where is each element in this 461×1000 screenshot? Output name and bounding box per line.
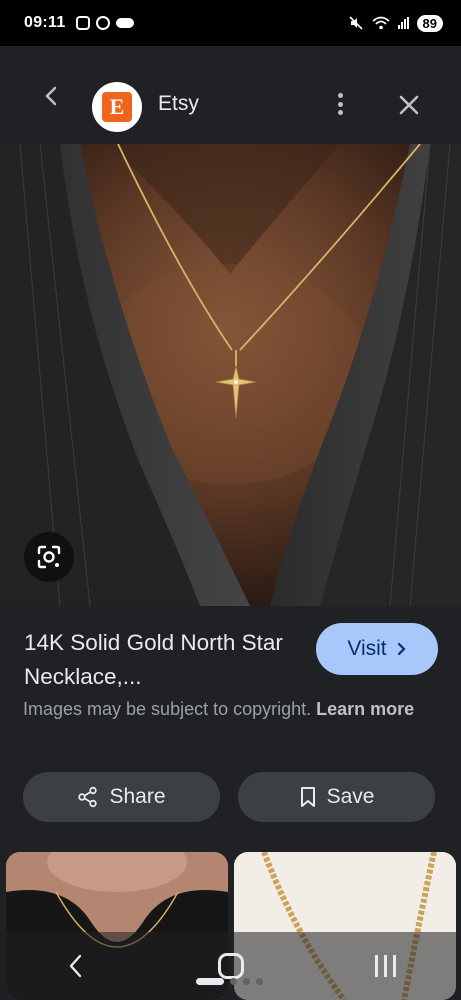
page-indicator <box>196 978 263 985</box>
visit-button[interactable]: Visit <box>316 623 438 675</box>
status-bar: 09:11 89 <box>0 0 461 46</box>
chevron-right-icon <box>397 642 406 656</box>
system-navigation-bar <box>0 932 461 1000</box>
screenshot-icon <box>75 16 90 30</box>
save-button[interactable]: Save <box>238 772 435 822</box>
status-time: 09:11 <box>24 14 66 31</box>
back-arrow-icon[interactable] <box>38 82 66 110</box>
necklace-photo <box>0 144 461 606</box>
messenger-icon <box>95 16 110 30</box>
result-title[interactable]: 14K Solid Gold North Star Necklace,... <box>24 626 294 694</box>
viewer-header: E Etsy <box>0 46 461 144</box>
more-vert-icon[interactable] <box>330 90 350 118</box>
site-name[interactable]: Etsy <box>158 92 199 116</box>
nav-recents-icon[interactable] <box>374 955 396 977</box>
wifi-icon <box>371 16 390 30</box>
close-icon[interactable] <box>396 92 422 118</box>
mute-icon <box>348 16 363 30</box>
status-notification-icons <box>75 16 134 30</box>
product-image[interactable] <box>0 144 461 606</box>
learn-more-link[interactable]: Learn more <box>316 699 414 719</box>
save-label: Save <box>326 785 375 808</box>
nav-home-icon[interactable] <box>217 953 244 979</box>
nav-back-icon[interactable] <box>65 952 87 980</box>
bookmark-icon <box>300 787 315 807</box>
copyright-text: Images may be subject to copyright. <box>23 699 312 719</box>
copyright-notice: Images may be subject to copyright. Lear… <box>23 696 423 723</box>
share-button[interactable]: Share <box>23 772 220 822</box>
status-system-icons: 89 <box>348 14 443 32</box>
notification-pill-icon <box>115 18 134 28</box>
google-lens-button[interactable] <box>24 532 74 582</box>
share-label: Share <box>109 785 166 808</box>
share-icon <box>78 786 98 808</box>
site-logo[interactable]: E <box>92 82 142 132</box>
etsy-logo-icon: E <box>102 92 132 122</box>
visit-label: Visit <box>347 637 387 660</box>
lens-icon <box>37 545 61 569</box>
signal-icon <box>397 17 409 29</box>
battery-indicator: 89 <box>416 14 443 32</box>
